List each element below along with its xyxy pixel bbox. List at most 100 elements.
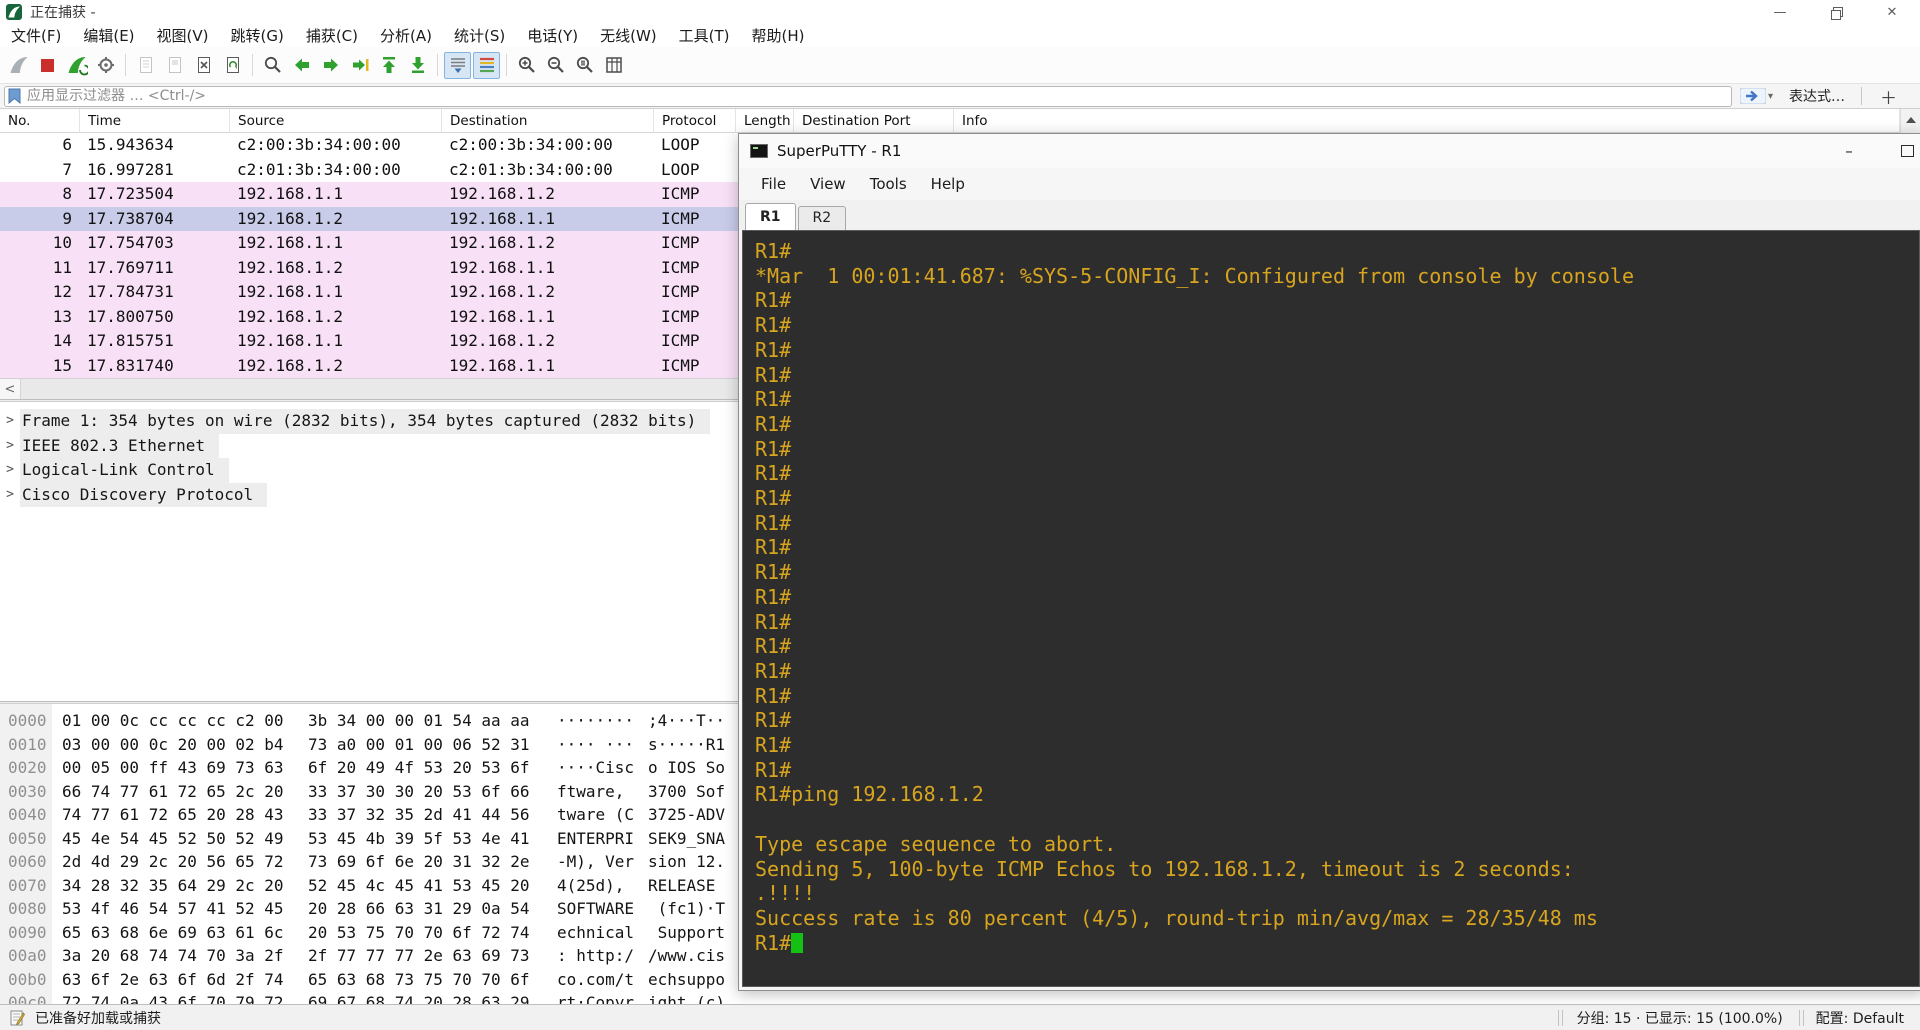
zoom-reset-icon[interactable] [571, 52, 598, 79]
hex-bytes-1: 00 05 00 ff 43 69 73 63 [62, 758, 284, 777]
menu-item-6[interactable]: 统计(S) [443, 24, 516, 47]
minimize-button[interactable]: — [1752, 0, 1808, 24]
hex-offset: 00b0 [8, 969, 47, 989]
sp-menu-tools[interactable]: Tools [858, 175, 919, 193]
toolbar-separator [252, 54, 253, 76]
ascii-1: ····Cisc [557, 758, 635, 777]
resize-columns-icon[interactable] [600, 52, 627, 79]
column-header-protocol[interactable]: Protocol [654, 109, 736, 133]
capture-file-icon[interactable] [10, 1009, 25, 1027]
zoom-in-icon[interactable] [513, 52, 540, 79]
go-to-top-icon[interactable] [375, 52, 402, 79]
sp-menu-view[interactable]: View [798, 175, 858, 193]
column-header-source[interactable]: Source [230, 109, 442, 133]
ascii-1: -M), Ver [557, 852, 635, 871]
go-to-bottom-icon[interactable] [404, 52, 431, 79]
column-header-info[interactable]: Info [954, 109, 1900, 133]
cell-no: 13 [52, 306, 72, 326]
apply-filter-button[interactable]: ▾ [1740, 88, 1773, 104]
find-packet-icon[interactable] [259, 52, 286, 79]
terminal-line: R1# [755, 535, 792, 560]
superputty-maximize-button[interactable] [1887, 134, 1920, 168]
cell-src: 192.168.1.1 [237, 331, 343, 350]
expression-button[interactable]: 表达式… [1789, 86, 1845, 106]
scroll-left-button[interactable]: < [0, 379, 21, 399]
sp-menu-file[interactable]: File [749, 175, 798, 193]
terminal-line: Success rate is 80 percent (4/5), round-… [755, 905, 1598, 930]
menu-item-7[interactable]: 电话(Y) [516, 24, 589, 47]
reload-file-icon[interactable] [219, 52, 246, 79]
terminal-screen[interactable]: R1# *Mar 1 00:01:41.687: %SYS-5-CONFIG_I:… [742, 230, 1920, 987]
zoom-out-icon[interactable] [542, 52, 569, 79]
cell-dst: 192.168.1.2 [449, 331, 555, 350]
menu-item-9[interactable]: 工具(T) [668, 24, 741, 47]
terminal-line: R1# [755, 313, 792, 338]
ascii-2: RELEASE [648, 875, 726, 895]
restore-icon [1830, 6, 1843, 20]
column-header-destination[interactable]: Destination [442, 109, 654, 133]
menu-item-3[interactable]: 跳转(G) [220, 24, 295, 47]
filterbar-separator [1861, 87, 1863, 105]
terminal-line: R1# [755, 609, 792, 634]
terminal-line: R1# [755, 411, 792, 436]
column-header-time[interactable]: Time [80, 109, 230, 133]
cell-src: 192.168.1.2 [237, 355, 343, 375]
chevron-up-icon [1906, 117, 1916, 123]
go-forward-icon[interactable] [317, 52, 344, 79]
auto-scroll-icon[interactable] [444, 51, 471, 79]
capture-options-icon[interactable] [92, 52, 119, 79]
session-tab-r2[interactable]: R2 [797, 206, 847, 230]
scroll-up-button[interactable] [1901, 109, 1920, 131]
add-filter-button[interactable]: ＋ [1880, 84, 1897, 109]
menu-item-10[interactable]: 帮助(H) [741, 24, 816, 47]
bookmark-icon[interactable] [8, 88, 21, 104]
session-tab-r1[interactable]: R1 [745, 203, 796, 230]
menu-item-1[interactable]: 编辑(E) [72, 24, 145, 47]
ascii-2: echsuppo [648, 969, 726, 989]
menu-item-0[interactable]: 文件(F) [0, 24, 72, 47]
start-capture-icon[interactable] [5, 52, 32, 79]
chevron-right-icon[interactable]: > [0, 458, 20, 483]
restart-capture-icon[interactable] [63, 52, 90, 79]
sp-menu-help[interactable]: Help [919, 175, 977, 193]
stop-capture-icon[interactable] [34, 52, 61, 79]
chevron-right-icon[interactable]: > [0, 483, 20, 508]
column-header-no-[interactable]: No. [0, 109, 80, 133]
column-header-destination-port[interactable]: Destination Port [794, 109, 954, 133]
cell-time: 17.723504 [87, 184, 174, 203]
hex-offset: 0000 [8, 711, 47, 730]
menu-item-2[interactable]: 视图(V) [146, 24, 220, 47]
close-button[interactable]: ✕ [1864, 0, 1920, 24]
cell-dst: 192.168.1.2 [449, 233, 555, 252]
terminal-line: R1# [755, 337, 792, 362]
chevron-right-icon[interactable]: > [0, 409, 20, 434]
superputty-minimize-button[interactable]: – [1829, 134, 1869, 168]
colorize-icon[interactable] [473, 51, 500, 79]
menu-item-4[interactable]: 捕获(C) [295, 24, 369, 47]
hex-bytes-2: 65 63 68 73 75 70 70 6f [308, 969, 530, 989]
terminal-line: .!!!! [755, 881, 816, 906]
cell-time: 17.831740 [87, 355, 174, 375]
go-back-icon[interactable] [288, 52, 315, 79]
restore-button[interactable] [1808, 0, 1864, 24]
display-filter-input[interactable] [27, 88, 1731, 104]
filter-dropdown-caret[interactable]: ▾ [1768, 91, 1773, 102]
display-filter-field[interactable] [4, 85, 1732, 107]
menu-item-5[interactable]: 分析(A) [369, 24, 443, 47]
hex-offset: 0050 [8, 828, 47, 848]
profile-text[interactable]: 配置: Default [1816, 1008, 1904, 1028]
go-to-packet-icon[interactable] [346, 52, 373, 79]
open-file-icon[interactable] [132, 52, 159, 79]
close-file-icon[interactable] [190, 52, 217, 79]
terminal-line: R1# [755, 560, 792, 585]
cell-time: 17.738704 [87, 208, 174, 228]
save-file-icon[interactable] [161, 52, 188, 79]
cell-proto: LOOP [661, 159, 700, 179]
chevron-right-icon[interactable]: > [0, 434, 20, 459]
menu-item-8[interactable]: 无线(W) [589, 24, 668, 47]
hex-offset: 0040 [8, 805, 47, 824]
column-header-length[interactable]: Length [736, 109, 794, 133]
hex-bytes-2: 3b 34 00 00 01 54 aa aa [308, 711, 530, 730]
terminal-line: R1# [755, 387, 792, 412]
cell-dst: 192.168.1.2 [449, 282, 555, 301]
